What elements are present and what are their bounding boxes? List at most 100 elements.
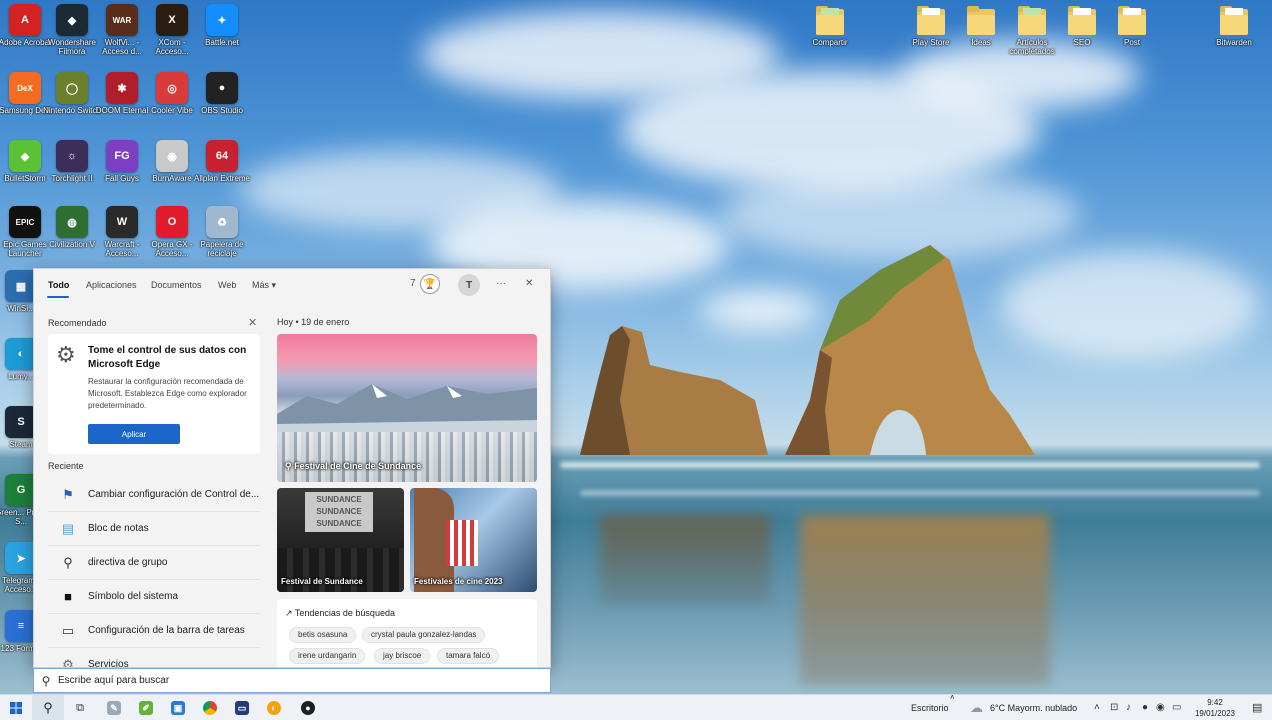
browser-icon: ◐ <box>267 701 281 715</box>
network-icon[interactable]: ⊡ <box>1110 702 1118 713</box>
gear-icon: ⚙ <box>62 656 74 668</box>
desktop-shortcut-label: Battle.net <box>205 38 239 47</box>
trend-chip[interactable]: irene urdangarin <box>289 648 366 664</box>
app-icon: ☼ <box>56 140 88 172</box>
apply-button[interactable]: Aplicar <box>88 424 180 444</box>
search-icon: ⚲ <box>41 673 51 688</box>
recommendation-card: ⚙ Tome el control de sus datos con Micro… <box>48 334 260 454</box>
search-input[interactable] <box>58 675 518 686</box>
rewards-count: 7 <box>410 278 416 289</box>
taskbar-app-obs[interactable]: ● <box>292 695 324 720</box>
recent-item[interactable]: ■ Símbolo del sistema <box>48 580 260 614</box>
task-view-button[interactable]: ⧉ <box>64 695 96 720</box>
desktop-shortcut[interactable]: ● OBS Studio <box>193 72 251 115</box>
desktop-toolbar-label[interactable]: Escritorio <box>911 703 949 713</box>
trophy-icon[interactable]: 🏆 <box>420 274 440 294</box>
trend-chip[interactable]: betis osasuna <box>289 627 357 643</box>
obs-icon: ● <box>301 701 315 715</box>
news-card-sundance[interactable]: SUNDANCE SUNDANCE SUNDANCE Festival de Sun… <box>277 488 404 592</box>
app-icon: ♻ <box>206 206 238 238</box>
app-icon: 64 <box>206 140 238 172</box>
folder-icon <box>816 6 844 36</box>
featured-news-card[interactable]: ⚲ Festival de Cine de Sundance <box>277 334 537 482</box>
record-icon[interactable]: ◉ <box>1156 702 1165 713</box>
terminal-icon: ■ <box>64 589 72 604</box>
trend-chip[interactable]: crystal paula gonzalez-landas <box>362 627 486 643</box>
gear-icon: ⚙ <box>56 342 76 367</box>
taskbar-app-feather[interactable]: ✎ <box>98 695 130 720</box>
desktop-folder[interactable]: Post <box>1103 6 1161 47</box>
taskbar-app-pen[interactable]: ✐ <box>130 695 162 720</box>
windows-logo-icon <box>10 702 22 714</box>
toolbar-overflow-icon[interactable]: ˄ <box>950 693 955 702</box>
folder-icon <box>1220 6 1248 36</box>
taskbar-search-button[interactable]: ⚲ <box>32 695 64 720</box>
desktop-shortcut-label: Papelera de reciclaje <box>200 240 244 258</box>
desktop-shortcut[interactable]: 64 Allplan Extreme <box>193 140 251 183</box>
recent-item[interactable]: ⚑ Cambiar configuración de Control de... <box>48 478 260 512</box>
desktop-shortcut[interactable]: ♻ Papelera de reciclaje <box>193 206 251 258</box>
desktop-shortcut-label: Allplan Extreme <box>193 174 251 183</box>
trend-chip[interactable]: jay briscoe <box>374 648 431 664</box>
tab-apps[interactable]: Aplicaciones <box>86 280 137 290</box>
news-card-festivals[interactable]: Festivales de cine 2023 <box>410 488 537 592</box>
recent-item[interactable]: ▤ Bloc de notas <box>48 512 260 546</box>
tab-documents[interactable]: Documentos <box>151 280 202 290</box>
recent-item-label: Símbolo del sistema <box>88 591 179 602</box>
tab-web[interactable]: Web <box>218 280 236 290</box>
tab-all[interactable]: Todo <box>48 280 69 290</box>
taskbar-app-monitor[interactable]: ▭ <box>226 695 258 720</box>
desktop-folder[interactable]: Ideas <box>952 6 1010 47</box>
cloud-weather-icon: ☁ <box>970 700 983 715</box>
chevron-up-icon[interactable]: ˄ <box>1094 702 1100 713</box>
recent-item-label: Configuración de la barra de tareas <box>88 625 245 636</box>
avatar[interactable]: T <box>458 274 480 296</box>
start-button[interactable] <box>0 695 32 720</box>
tab-more[interactable]: Más ▾ <box>252 280 276 291</box>
taskbar-app-browser[interactable]: ◐ <box>258 695 290 720</box>
app-icon: ◆ <box>56 4 88 36</box>
app-icon: ◉ <box>156 140 188 172</box>
clock[interactable]: 9:42 19/01/2023 <box>1188 697 1242 719</box>
recent-item[interactable]: ▭ Configuración de la barra de tareas <box>48 614 260 648</box>
desktop-folder[interactable]: Compartir <box>801 6 859 47</box>
desktop-shortcut[interactable]: ✦ Battle.net <box>193 4 251 47</box>
recent-item-label: Servicios <box>88 659 129 668</box>
folder-icon <box>917 6 945 36</box>
app-icon: X <box>156 4 188 36</box>
input-language-icon[interactable]: ▭ <box>1172 702 1181 713</box>
recent-item[interactable]: ⚙ Servicios <box>48 648 260 668</box>
recommendation-title: Tome el control de sus datos con Microso… <box>88 345 247 370</box>
recent-item-label: Cambiar configuración de Control de... <box>88 489 260 500</box>
feather-icon: ✎ <box>107 701 121 715</box>
close-icon[interactable]: ✕ <box>525 278 533 289</box>
desktop-folder[interactable]: Bitwarden <box>1205 6 1263 47</box>
app-icon: ◯ <box>56 72 88 104</box>
app-icon: O <box>156 206 188 238</box>
volume-icon[interactable]: ♪ <box>1126 702 1131 713</box>
app-icon: ◍ <box>56 206 88 238</box>
task-view-icon: ⧉ <box>76 701 84 714</box>
trends-heading: ↗ Tendencias de búsqueda <box>285 608 395 618</box>
taskbar-icon: ▭ <box>61 622 75 638</box>
dismiss-recommended-icon[interactable]: ✕ <box>248 316 257 329</box>
news-card-sundance-title: Festival de Sundance <box>281 577 363 586</box>
app-icon: ✦ <box>206 4 238 36</box>
recommended-heading: Recomendado <box>48 318 107 328</box>
search-box[interactable]: ⚲ <box>33 668 551 693</box>
trend-chip[interactable]: tamara falcó <box>437 648 500 664</box>
desktop-folder-label: Compartir <box>812 38 848 47</box>
clock-time: 9:42 <box>1207 698 1223 707</box>
notifications-icon[interactable]: ▤ <box>1252 701 1262 714</box>
taskbar-app-chrome[interactable] <box>194 695 226 720</box>
weather-widget[interactable]: 6°C Mayorm. nublado <box>990 703 1077 713</box>
search-icon: ⚲ <box>43 700 53 715</box>
taskbar-app-store[interactable]: ▣ <box>162 695 194 720</box>
monitor-icon: ▭ <box>235 701 249 715</box>
app-icon: ◎ <box>156 72 188 104</box>
search-trends: ↗ Tendencias de búsqueda betis osasuna c… <box>277 599 537 667</box>
recent-item[interactable]: ⚲ directiva de grupo <box>48 546 260 580</box>
more-options-icon[interactable]: ··· <box>496 278 506 289</box>
recent-heading: Reciente <box>48 461 84 471</box>
microphone-icon[interactable]: ● <box>1142 702 1148 713</box>
